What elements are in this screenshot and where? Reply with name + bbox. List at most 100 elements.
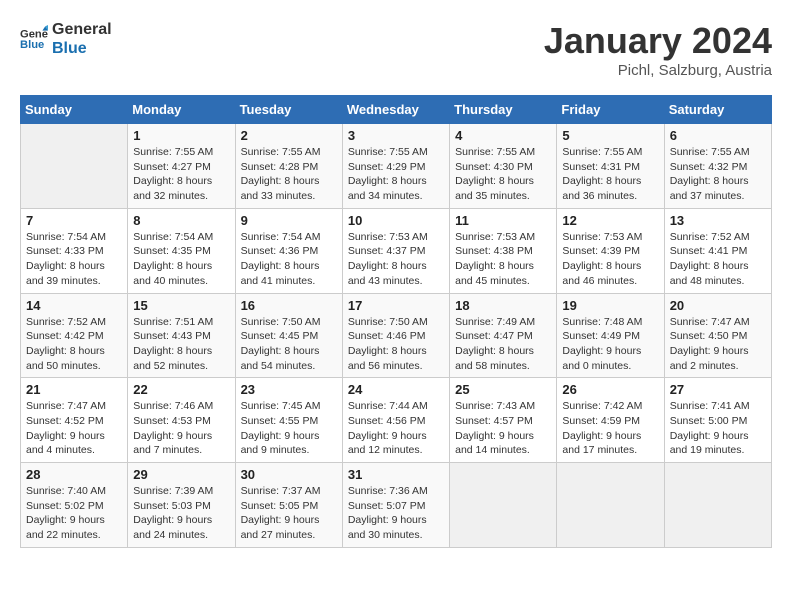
calendar-week-4: 21Sunrise: 7:47 AMSunset: 4:52 PMDayligh… [21, 378, 772, 463]
calendar-cell: 10 Sunrise: 7:53 AMSunset: 4:37 PMDayligh… [342, 208, 449, 293]
day-info: Sunrise: 7:50 AMSunset: 4:46 PMDaylight:… [348, 315, 444, 374]
day-number: 4 [455, 128, 551, 143]
day-number: 23 [241, 382, 337, 397]
calendar-cell: 22 Sunrise: 7:46 AMSunset: 4:53 PMDayligh… [128, 378, 235, 463]
calendar-cell: 25Sunrise: 7:43 AMSunset: 4:57 PMDayligh… [450, 378, 557, 463]
day-info: Sunrise: 7:46 AMSunset: 4:53 PMDaylight:… [133, 399, 229, 458]
day-info: Sunrise: 7:37 AMSunset: 5:05 PMDaylight:… [241, 484, 337, 543]
calendar-cell [557, 463, 664, 548]
day-number: 9 [241, 213, 337, 228]
day-info: Sunrise: 7:54 AMSunset: 4:33 PMDaylight:… [26, 230, 122, 289]
day-number: 7 [26, 213, 122, 228]
day-info: Sunrise: 7:53 AMSunset: 4:37 PMDaylight:… [348, 230, 444, 289]
col-header-friday: Friday [557, 96, 664, 124]
calendar-cell: 24Sunrise: 7:44 AMSunset: 4:56 PMDayligh… [342, 378, 449, 463]
day-number: 30 [241, 467, 337, 482]
col-header-thursday: Thursday [450, 96, 557, 124]
calendar-header-row: SundayMondayTuesdayWednesdayThursdayFrid… [21, 96, 772, 124]
day-info: Sunrise: 7:54 AMSunset: 4:35 PMDaylight:… [133, 230, 229, 289]
day-info: Sunrise: 7:55 AMSunset: 4:28 PMDaylight:… [241, 145, 337, 204]
day-info: Sunrise: 7:53 AMSunset: 4:38 PMDaylight:… [455, 230, 551, 289]
day-info: Sunrise: 7:50 AMSunset: 4:45 PMDaylight:… [241, 315, 337, 374]
calendar-cell: 19 Sunrise: 7:48 AMSunset: 4:49 PMDayligh… [557, 293, 664, 378]
calendar-cell: 11 Sunrise: 7:53 AMSunset: 4:38 PMDayligh… [450, 208, 557, 293]
day-number: 25 [455, 382, 551, 397]
day-number: 28 [26, 467, 122, 482]
col-header-wednesday: Wednesday [342, 96, 449, 124]
calendar-subtitle: Pichl, Salzburg, Austria [544, 62, 772, 79]
day-info: Sunrise: 7:53 AMSunset: 4:39 PMDaylight:… [562, 230, 658, 289]
day-info: Sunrise: 7:55 AMSunset: 4:27 PMDaylight:… [133, 145, 229, 204]
day-number: 19 [562, 298, 658, 313]
day-info: Sunrise: 7:52 AMSunset: 4:42 PMDaylight:… [26, 315, 122, 374]
day-number: 11 [455, 213, 551, 228]
day-number: 16 [241, 298, 337, 313]
day-number: 3 [348, 128, 444, 143]
day-number: 22 [133, 382, 229, 397]
calendar-cell: 21Sunrise: 7:47 AMSunset: 4:52 PMDayligh… [21, 378, 128, 463]
calendar-cell: 27 Sunrise: 7:41 AMSunset: 5:00 PMDayligh… [664, 378, 771, 463]
calendar-cell: 28 Sunrise: 7:40 AMSunset: 5:02 PMDayligh… [21, 463, 128, 548]
day-info: Sunrise: 7:47 AMSunset: 4:52 PMDaylight:… [26, 399, 122, 458]
day-info: Sunrise: 7:55 AMSunset: 4:29 PMDaylight:… [348, 145, 444, 204]
calendar-table: SundayMondayTuesdayWednesdayThursdayFrid… [20, 95, 772, 548]
calendar-week-5: 28 Sunrise: 7:40 AMSunset: 5:02 PMDayligh… [21, 463, 772, 548]
day-info: Sunrise: 7:42 AMSunset: 4:59 PMDaylight:… [562, 399, 658, 458]
title-section: January 2024 Pichl, Salzburg, Austria [544, 20, 772, 79]
calendar-cell: 6Sunrise: 7:55 AMSunset: 4:32 PMDaylight… [664, 124, 771, 209]
day-number: 1 [133, 128, 229, 143]
day-number: 27 [670, 382, 766, 397]
day-number: 12 [562, 213, 658, 228]
calendar-cell: 16 Sunrise: 7:50 AMSunset: 4:45 PMDayligh… [235, 293, 342, 378]
day-info: Sunrise: 7:51 AMSunset: 4:43 PMDaylight:… [133, 315, 229, 374]
col-header-saturday: Saturday [664, 96, 771, 124]
day-info: Sunrise: 7:48 AMSunset: 4:49 PMDaylight:… [562, 315, 658, 374]
day-number: 10 [348, 213, 444, 228]
day-info: Sunrise: 7:41 AMSunset: 5:00 PMDaylight:… [670, 399, 766, 458]
calendar-cell: 14 Sunrise: 7:52 AMSunset: 4:42 PMDayligh… [21, 293, 128, 378]
day-number: 5 [562, 128, 658, 143]
day-number: 20 [670, 298, 766, 313]
calendar-cell: 30 Sunrise: 7:37 AMSunset: 5:05 PMDayligh… [235, 463, 342, 548]
logo-general: General [52, 20, 112, 39]
day-info: Sunrise: 7:39 AMSunset: 5:03 PMDaylight:… [133, 484, 229, 543]
day-number: 13 [670, 213, 766, 228]
col-header-tuesday: Tuesday [235, 96, 342, 124]
col-header-monday: Monday [128, 96, 235, 124]
calendar-cell: 12 Sunrise: 7:53 AMSunset: 4:39 PMDayligh… [557, 208, 664, 293]
calendar-cell: 13Sunrise: 7:52 AMSunset: 4:41 PMDayligh… [664, 208, 771, 293]
calendar-cell: 3 Sunrise: 7:55 AMSunset: 4:29 PMDaylight… [342, 124, 449, 209]
day-info: Sunrise: 7:36 AMSunset: 5:07 PMDaylight:… [348, 484, 444, 543]
calendar-cell [664, 463, 771, 548]
calendar-title: January 2024 [544, 20, 772, 62]
day-number: 29 [133, 467, 229, 482]
day-number: 8 [133, 213, 229, 228]
day-info: Sunrise: 7:45 AMSunset: 4:55 PMDaylight:… [241, 399, 337, 458]
day-number: 24 [348, 382, 444, 397]
day-info: Sunrise: 7:40 AMSunset: 5:02 PMDaylight:… [26, 484, 122, 543]
day-info: Sunrise: 7:54 AMSunset: 4:36 PMDaylight:… [241, 230, 337, 289]
calendar-cell [21, 124, 128, 209]
calendar-cell: 8 Sunrise: 7:54 AMSunset: 4:35 PMDaylight… [128, 208, 235, 293]
calendar-cell: 2 Sunrise: 7:55 AMSunset: 4:28 PMDaylight… [235, 124, 342, 209]
calendar-week-1: 1 Sunrise: 7:55 AMSunset: 4:27 PMDaylight… [21, 124, 772, 209]
day-number: 15 [133, 298, 229, 313]
calendar-cell: 23 Sunrise: 7:45 AMSunset: 4:55 PMDayligh… [235, 378, 342, 463]
logo-blue: Blue [52, 39, 112, 58]
day-info: Sunrise: 7:55 AMSunset: 4:32 PMDaylight:… [670, 145, 766, 204]
day-info: Sunrise: 7:47 AMSunset: 4:50 PMDaylight:… [670, 315, 766, 374]
calendar-cell: 15 Sunrise: 7:51 AMSunset: 4:43 PMDayligh… [128, 293, 235, 378]
day-number: 14 [26, 298, 122, 313]
logo-icon: General Blue [20, 25, 48, 53]
day-number: 26 [562, 382, 658, 397]
calendar-week-3: 14 Sunrise: 7:52 AMSunset: 4:42 PMDayligh… [21, 293, 772, 378]
calendar-cell: 26 Sunrise: 7:42 AMSunset: 4:59 PMDayligh… [557, 378, 664, 463]
day-number: 2 [241, 128, 337, 143]
calendar-cell: 7 Sunrise: 7:54 AMSunset: 4:33 PMDaylight… [21, 208, 128, 293]
calendar-cell: 9 Sunrise: 7:54 AMSunset: 4:36 PMDaylight… [235, 208, 342, 293]
calendar-cell: 5Sunrise: 7:55 AMSunset: 4:31 PMDaylight… [557, 124, 664, 209]
calendar-cell [450, 463, 557, 548]
day-info: Sunrise: 7:55 AMSunset: 4:30 PMDaylight:… [455, 145, 551, 204]
calendar-week-2: 7 Sunrise: 7:54 AMSunset: 4:33 PMDaylight… [21, 208, 772, 293]
calendar-cell: 18Sunrise: 7:49 AMSunset: 4:47 PMDayligh… [450, 293, 557, 378]
